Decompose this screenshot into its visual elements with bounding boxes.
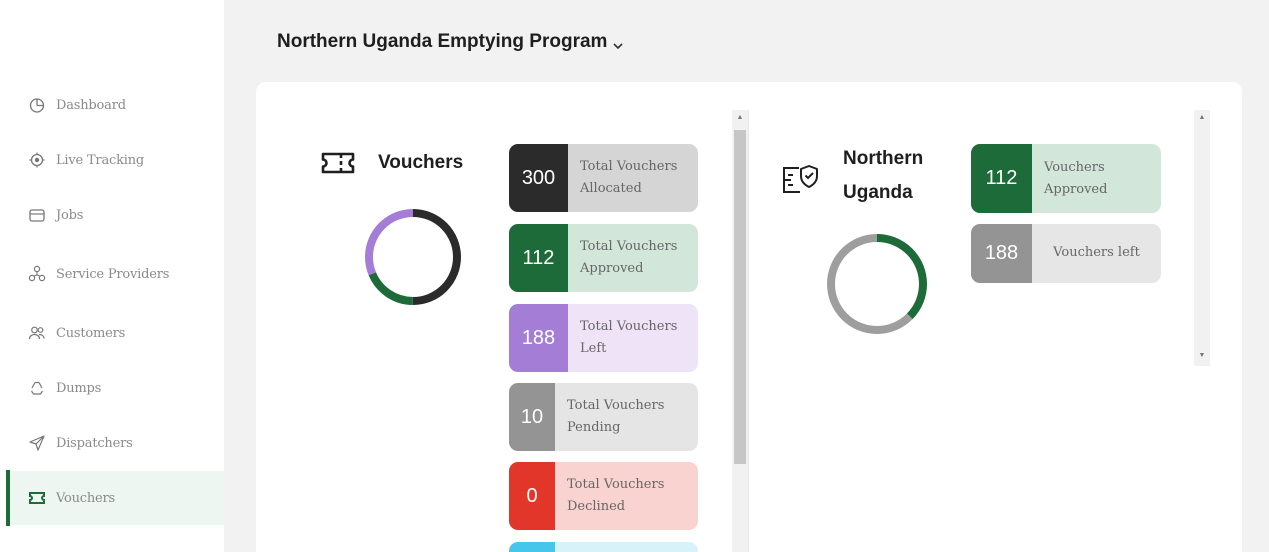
ticket-icon: [320, 150, 356, 181]
stat-value: 10: [509, 383, 555, 451]
sidebar-item-label: Dispatchers: [56, 435, 133, 451]
scroll-down-arrow[interactable]: ▼: [1195, 352, 1209, 359]
sidebar-item-vouchers[interactable]: Vouchers: [8, 471, 224, 525]
sidebar-item-live-tracking[interactable]: Live Tracking: [8, 133, 224, 187]
stat-label: Total Vouchers Approved: [568, 224, 698, 292]
stat-value: 188: [971, 224, 1032, 283]
scroll-up-arrow[interactable]: ▲: [1195, 114, 1209, 121]
active-indicator: [6, 470, 10, 526]
region-stat-approved: 112 Vouchers Approved: [971, 144, 1161, 213]
vouchers-donut-chart: [365, 209, 461, 305]
region-title-line1: Northern: [843, 148, 924, 169]
stat-label: Total Vouchers Declined: [555, 462, 698, 530]
recycle-icon: [28, 379, 46, 397]
sidebar-item-dumps[interactable]: Dumps: [8, 361, 224, 415]
stat-card-allocated: 300 Total Vouchers Allocated: [509, 144, 698, 212]
stat-card-declined: 0 Total Vouchers Declined: [509, 462, 698, 530]
sidebar-item-service-providers[interactable]: Service Providers: [8, 247, 224, 301]
sidebar-item-label: Vouchers: [56, 490, 116, 506]
pie-chart-icon: [28, 96, 46, 114]
stat-card-partial: [509, 542, 698, 552]
sidebar-item-dashboard[interactable]: Dashboard: [8, 78, 224, 132]
sidebar: Dashboard Live Tracking Jobs Service Pro…: [0, 0, 224, 552]
sidebar-item-jobs[interactable]: Jobs: [8, 188, 224, 242]
sidebar-item-label: Jobs: [56, 207, 84, 223]
users-icon: [28, 324, 46, 342]
stat-card-left: 188 Total Vouchers Left: [509, 304, 698, 372]
region-donut-chart: [827, 234, 927, 334]
stat-label: Total Vouchers Allocated: [568, 144, 698, 212]
stat-value: 0: [509, 462, 555, 530]
stat-value: 112: [509, 224, 568, 292]
stat-card-pending: 10 Total Vouchers Pending: [509, 383, 698, 451]
sidebar-item-dispatchers[interactable]: Dispatchers: [8, 416, 224, 470]
panel-divider: [748, 110, 749, 552]
stat-label: [555, 542, 698, 552]
section-title: Vouchers: [378, 152, 464, 173]
stat-label: Total Vouchers Pending: [555, 383, 698, 451]
stat-label: Total Vouchers Left: [568, 304, 698, 372]
sidebar-item-label: Customers: [56, 325, 126, 341]
send-icon: [28, 434, 46, 452]
sidebar-item-label: Live Tracking: [56, 152, 145, 168]
folder-icon: [28, 206, 46, 224]
stat-value: [509, 542, 555, 552]
stat-value: 300: [509, 144, 568, 212]
stat-label: Vouchers Approved: [1032, 144, 1161, 213]
right-scrollbar[interactable]: [1194, 110, 1210, 366]
region-stat-left: 188 Vouchers left: [971, 224, 1161, 283]
sidebar-item-customers[interactable]: Customers: [8, 306, 224, 360]
region-title-line2: Uganda: [843, 182, 913, 203]
ticket-icon: [28, 489, 46, 507]
providers-icon: [28, 265, 46, 283]
program-title: Northern Uganda Emptying Program: [277, 31, 608, 52]
stat-label: Vouchers left: [1032, 224, 1161, 283]
scroll-up-arrow[interactable]: ▲: [733, 114, 747, 121]
chevron-down-icon: [612, 36, 624, 50]
target-icon: [28, 151, 46, 169]
sidebar-item-label: Dashboard: [56, 97, 126, 113]
sidebar-item-label: Dumps: [56, 380, 102, 396]
sidebar-item-label: Service Providers: [56, 266, 170, 282]
stat-value: 112: [971, 144, 1032, 213]
region-voucher-icon: [781, 162, 823, 201]
left-scrollbar-thumb[interactable]: [734, 130, 746, 464]
program-selector[interactable]: Northern Uganda Emptying Program: [277, 31, 624, 53]
stat-value: 188: [509, 304, 568, 372]
stat-card-approved: 112 Total Vouchers Approved: [509, 224, 698, 292]
